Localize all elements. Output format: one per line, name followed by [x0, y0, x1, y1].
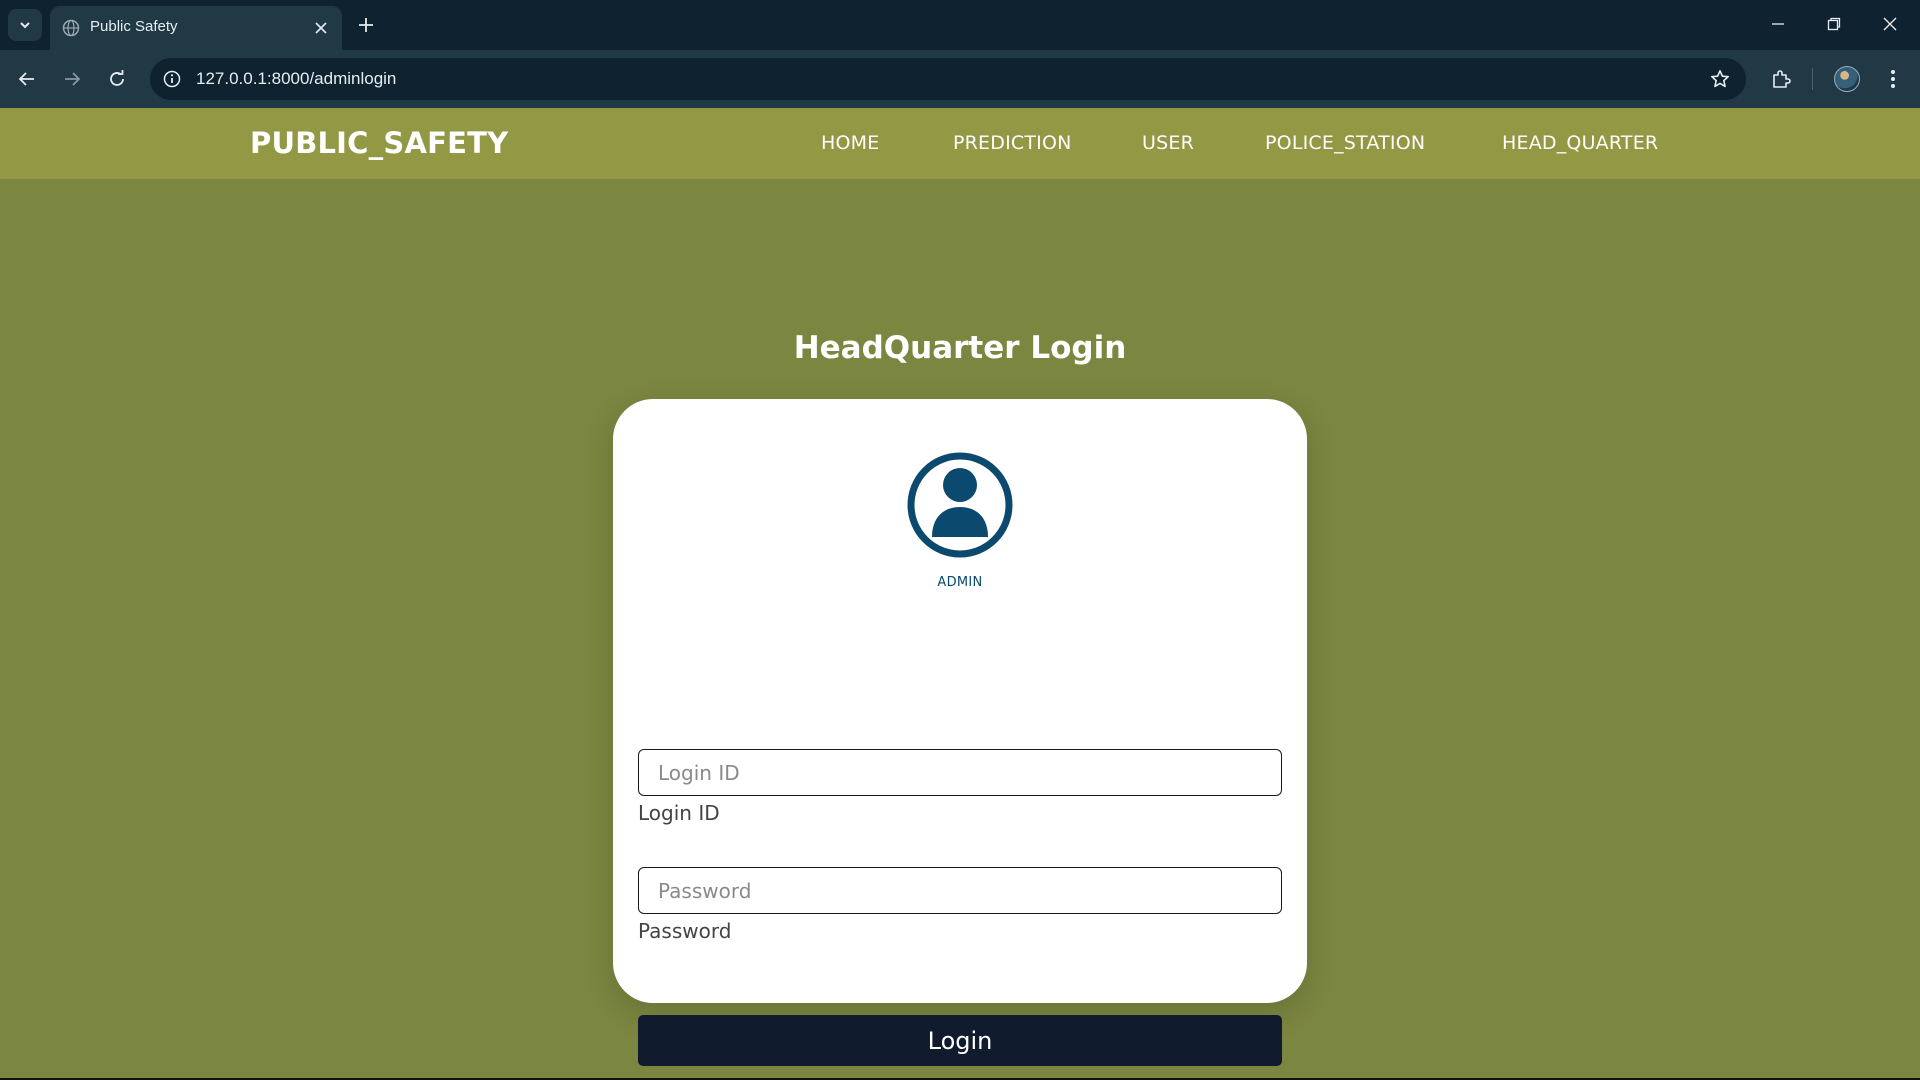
- reload-icon: [110, 70, 124, 86]
- extensions-icon: [1773, 70, 1791, 88]
- star-icon: [1711, 70, 1729, 88]
- plus-icon: [359, 18, 373, 32]
- bookmark-button[interactable]: [1708, 67, 1732, 91]
- address-bar[interactable]: 127.0.0.1:8000/adminlogin: [150, 58, 1746, 100]
- password-input[interactable]: [638, 867, 1282, 914]
- back-button[interactable]: [10, 62, 44, 96]
- login-id-label: Login ID: [638, 801, 720, 825]
- restore-icon: [1827, 17, 1841, 31]
- nav-user[interactable]: USER: [1142, 132, 1194, 154]
- browser-toolbar: 127.0.0.1:8000/adminlogin: [0, 50, 1920, 108]
- site-navbar: PUBLIC_SAFETY HOME PREDICTION USER POLIC…: [0, 108, 1920, 179]
- back-icon: [18, 72, 34, 86]
- password-label: Password: [638, 919, 732, 943]
- menu-icon: [1891, 70, 1895, 88]
- nav-head-quarter[interactable]: HEAD_QUARTER: [1502, 132, 1658, 154]
- new-tab-button[interactable]: [352, 11, 380, 39]
- nav-police-station[interactable]: POLICE_STATION: [1265, 132, 1425, 154]
- close-icon: [315, 22, 327, 34]
- tab-close-button[interactable]: [310, 17, 332, 39]
- tab-title: Public Safety: [90, 18, 178, 35]
- avatar: [1834, 66, 1860, 92]
- reload-button[interactable]: [100, 62, 134, 96]
- url-text[interactable]: 127.0.0.1:8000/adminlogin: [196, 69, 396, 89]
- extensions-button[interactable]: [1764, 62, 1798, 96]
- restore-button[interactable]: [1806, 0, 1862, 48]
- page-content: PUBLIC_SAFETY HOME PREDICTION USER POLIC…: [0, 108, 1920, 1078]
- minimize-icon: [1772, 23, 1784, 25]
- info-icon: [163, 70, 181, 88]
- login-card: ADMIN Login ID Password Login: [613, 399, 1307, 1066]
- minimize-button[interactable]: [1750, 0, 1806, 48]
- toolbar-divider: [1812, 68, 1813, 90]
- browser-tab[interactable]: Public Safety: [50, 6, 342, 50]
- page-title: HeadQuarter Login: [793, 330, 1127, 366]
- site-info-button[interactable]: [160, 67, 184, 91]
- site-brand[interactable]: PUBLIC_SAFETY: [250, 126, 508, 160]
- tab-list-button[interactable]: [8, 9, 42, 41]
- login-id-input[interactable]: [638, 749, 1282, 796]
- nav-home[interactable]: HOME: [821, 132, 879, 154]
- profile-button[interactable]: [1830, 62, 1864, 96]
- browser-tab-bar: Public Safety: [0, 0, 1920, 50]
- user-circle-icon: [907, 452, 1013, 558]
- nav-prediction[interactable]: PREDICTION: [953, 132, 1072, 154]
- tab-list-icon: [20, 22, 30, 29]
- forward-icon: [65, 72, 81, 86]
- forward-button[interactable]: [55, 62, 89, 96]
- close-icon: [1883, 17, 1897, 31]
- globe-icon: [62, 19, 80, 37]
- close-window-button[interactable]: [1862, 0, 1918, 48]
- browser-menu-button[interactable]: [1876, 62, 1910, 96]
- login-button[interactable]: Login: [638, 1015, 1282, 1066]
- role-label: ADMIN: [937, 575, 983, 590]
